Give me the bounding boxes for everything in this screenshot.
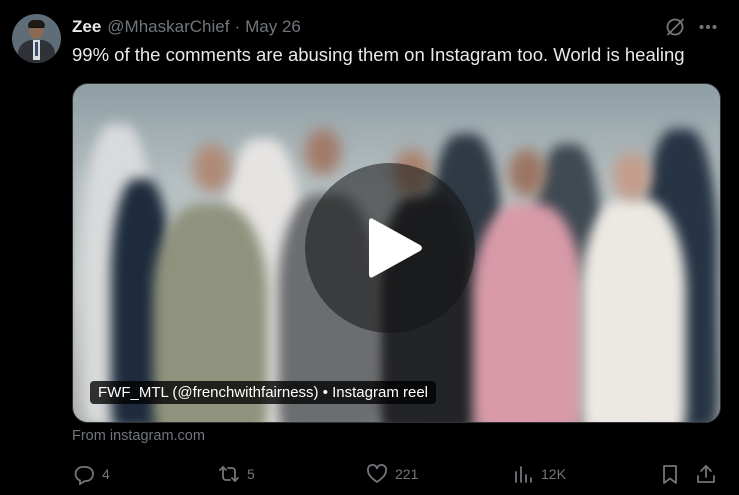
share-icon [697, 465, 715, 483]
bookmark-button[interactable] [659, 463, 681, 485]
like-button[interactable]: 221 [366, 463, 418, 485]
repost-button[interactable]: 5 [218, 463, 255, 485]
avatar-tie [35, 42, 38, 56]
display-name[interactable]: Zee [72, 17, 101, 37]
video-person [473, 204, 583, 422]
video-person [581, 199, 686, 422]
play-button[interactable] [305, 163, 475, 333]
video-face [193, 144, 231, 192]
tweet-date[interactable]: May 26 [245, 17, 301, 37]
tweet-text: 99% of the comments are abusing them on … [72, 44, 685, 65]
reply-icon [74, 466, 94, 485]
tweet-actions: 4 5 221 12K [0, 455, 739, 495]
more-icon[interactable] [698, 17, 718, 37]
avatar-glasses [29, 27, 44, 31]
media-source[interactable]: From instagram.com [72, 428, 205, 444]
grok-icon[interactable] [664, 16, 686, 38]
video-face [305, 129, 341, 175]
bookmark-icon [663, 465, 677, 484]
video-face [508, 149, 546, 197]
tweet-header: Zee @MhaskarChief · May 26 [72, 15, 301, 39]
avatar[interactable] [12, 14, 61, 63]
like-count: 221 [395, 466, 419, 482]
repost-icon [219, 466, 239, 482]
play-icon [369, 218, 422, 278]
share-button[interactable] [695, 463, 717, 485]
reply-button[interactable]: 4 [73, 463, 110, 485]
reply-count: 4 [102, 466, 110, 482]
views-count: 12K [541, 466, 566, 482]
repost-count: 5 [247, 466, 255, 482]
like-icon [367, 464, 387, 483]
video-player[interactable]: FWF_MTL (@frenchwithfairness) • Instagra… [72, 83, 721, 423]
views-icon [515, 466, 532, 483]
instagram-reel-label: FWF_MTL (@frenchwithfairness) • Instagra… [90, 381, 436, 404]
user-handle[interactable]: @MhaskarChief [107, 17, 229, 37]
views-button[interactable]: 12K [512, 463, 566, 485]
video-face [613, 152, 651, 200]
header-separator: · [234, 17, 241, 36]
